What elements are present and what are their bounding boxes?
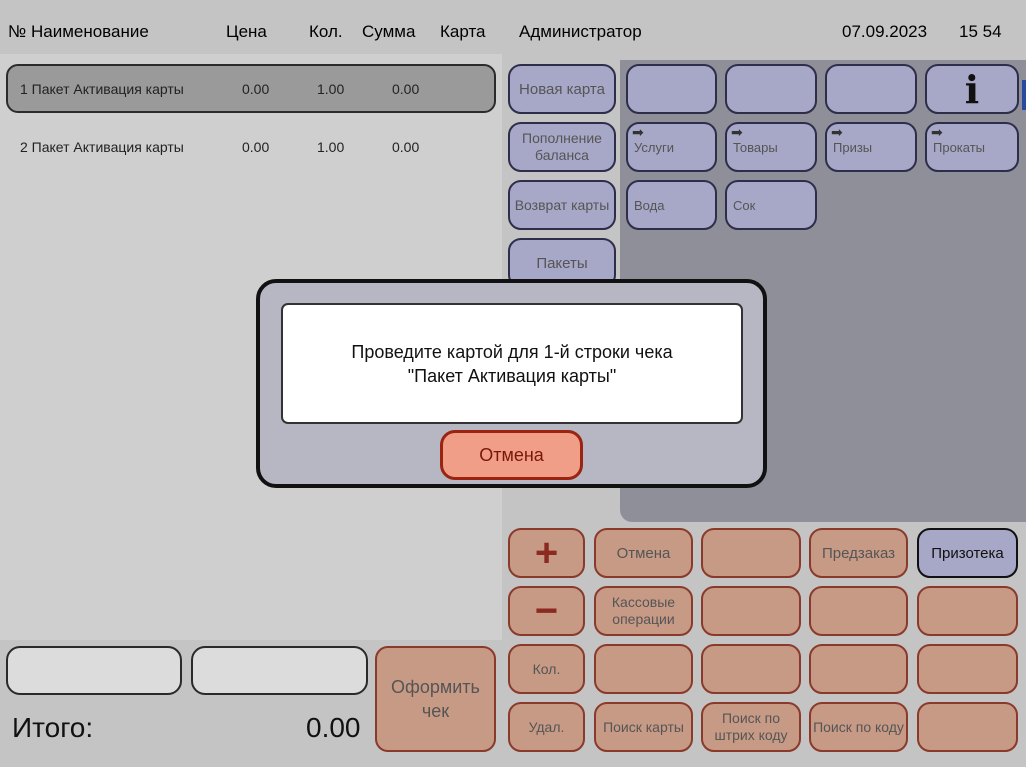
- keypad-empty-button[interactable]: [809, 586, 908, 636]
- col-num-name: № Наименование: [8, 22, 149, 41]
- dialog-message: Проведите картой для 1-й строки чека "Па…: [281, 303, 743, 424]
- keypad-empty-button[interactable]: [701, 644, 801, 694]
- search-barcode-button[interactable]: Поиск по штрих коду: [701, 702, 801, 752]
- dialog-cancel-button[interactable]: Отмена: [440, 430, 583, 480]
- info-button[interactable]: i: [925, 64, 1019, 114]
- category-label: Услуги: [634, 140, 674, 155]
- grid-empty-button[interactable]: [825, 64, 917, 114]
- edge-marker: [1022, 80, 1026, 110]
- row-sum: 0.00: [392, 139, 420, 155]
- delete-button[interactable]: Удал.: [508, 702, 585, 752]
- row-sum: 0.00: [392, 81, 420, 97]
- prev-arrow-field[interactable]: [6, 646, 182, 695]
- minus-icon: −: [534, 588, 559, 633]
- folder-arrow-icon: ➡: [731, 124, 743, 140]
- row-name: 2 Пакет Активация карты: [20, 139, 184, 155]
- keypad-empty-button[interactable]: [701, 586, 801, 636]
- total-value: 0.00: [306, 712, 361, 743]
- plus-button[interactable]: +: [508, 528, 585, 578]
- col-price: Цена: [226, 22, 267, 41]
- plus-icon: +: [534, 530, 559, 575]
- keypad-empty-button[interactable]: [917, 702, 1018, 752]
- checkout-button[interactable]: Оформить чек: [375, 646, 496, 752]
- row-name: 1 Пакет Активация карты: [20, 81, 184, 97]
- info-icon: i: [964, 66, 980, 112]
- folder-arrow-icon: ➡: [931, 124, 943, 140]
- search-code-button[interactable]: Поиск по коду: [809, 702, 908, 752]
- date: 07.09.2023: [842, 22, 928, 41]
- category-rentals-button[interactable]: ➡ Прокаты: [925, 122, 1019, 172]
- row-qty: 1.00: [317, 139, 345, 155]
- category-services-button[interactable]: ➡ Услуги: [626, 122, 717, 172]
- preorder-button[interactable]: Предзаказ: [809, 528, 908, 578]
- category-goods-button[interactable]: ➡ Товары: [725, 122, 817, 172]
- cancel-button[interactable]: Отмена: [594, 528, 693, 578]
- user-name: Администратор: [519, 22, 642, 41]
- category-prizes-button[interactable]: ➡ Призы: [825, 122, 917, 172]
- minus-button[interactable]: −: [508, 586, 585, 636]
- keypad-empty-button[interactable]: [917, 586, 1018, 636]
- row-qty: 1.00: [317, 81, 345, 97]
- col-card: Карта: [440, 22, 486, 41]
- next-arrow-field[interactable]: [191, 646, 368, 695]
- keypad-empty-button[interactable]: [701, 528, 801, 578]
- keypad-empty-button[interactable]: [917, 644, 1018, 694]
- return-card-button[interactable]: Возврат карты: [508, 180, 616, 230]
- total-label: Итого:: [12, 712, 94, 743]
- product-juice-button[interactable]: Сок: [725, 180, 817, 230]
- folder-arrow-icon: ➡: [831, 124, 843, 140]
- row-price: 0.00: [242, 81, 270, 97]
- search-card-button[interactable]: Поиск карты: [594, 702, 693, 752]
- keypad-empty-button[interactable]: [809, 644, 908, 694]
- grid-empty-button[interactable]: [626, 64, 717, 114]
- dialog-message-line1: Проведите картой для 1-й строки чека: [351, 341, 673, 362]
- time: 15 54: [959, 22, 1002, 41]
- col-qty: Кол.: [309, 22, 343, 41]
- grid-empty-button[interactable]: [725, 64, 817, 114]
- col-sum: Сумма: [362, 22, 416, 41]
- keypad-empty-button[interactable]: [594, 644, 693, 694]
- row-price: 0.00: [242, 139, 270, 155]
- quantity-button[interactable]: Кол.: [508, 644, 585, 694]
- product-water-button[interactable]: Вода: [626, 180, 717, 230]
- dialog-message-line2: "Пакет Активация карты": [407, 365, 617, 386]
- category-label: Прокаты: [933, 140, 986, 155]
- new-card-button[interactable]: Новая карта: [508, 64, 616, 114]
- folder-arrow-icon: ➡: [632, 124, 644, 140]
- prize-shop-button[interactable]: Призотека: [917, 528, 1018, 578]
- category-label: Товары: [733, 140, 778, 155]
- cash-operations-button[interactable]: Кассовые операции: [594, 586, 693, 636]
- top-up-button[interactable]: Пополнение баланса: [508, 122, 616, 172]
- category-label: Призы: [833, 140, 873, 155]
